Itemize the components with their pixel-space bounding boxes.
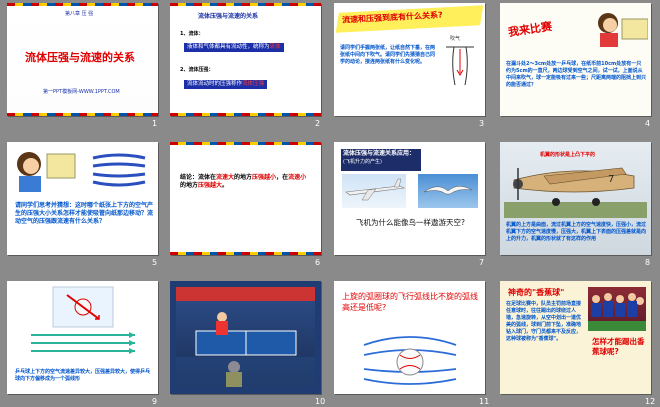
conclusion-part-e: 。 — [222, 182, 229, 189]
item2-text: 流体流动时的压强称作 — [187, 81, 243, 87]
fast-flow-highlight: 流速大 — [216, 174, 235, 181]
heading-box: 流体压强与流速关系应用： (飞机升力的产生) — [340, 148, 422, 172]
conclusion-part-b: 的地方 — [234, 174, 253, 181]
chapter-label: 第八章 压 强 — [65, 11, 94, 17]
item1-box: 液体和气体都具有流动性，统称为流体 — [184, 43, 284, 52]
wing-shape-banner: 机翼的形状是上凸下平的 — [540, 152, 596, 158]
question-text: 怎样才能踢出香蕉球呢? — [592, 337, 645, 356]
slide-thumbnail-1[interactable]: 第八章 压 强 流体压强与流速的关系 第一PPT模板网-WWW.1PPT.COM — [7, 3, 158, 116]
question-text: 上旋的弧圈球的飞行弧线比不旋的弧线高还是低呢? — [342, 292, 478, 312]
slide-title: 我来比赛 — [507, 19, 553, 39]
paper-diagram-icon — [442, 43, 478, 87]
slide-body: 在漏斗处2～3cm处放一乒乓球，在纸币前10cm处放有一只约为5cm的一直尺，两… — [506, 61, 647, 88]
soccer-team-photo — [588, 287, 646, 331]
question-text: 飞机为什么能像鸟一样遨游天空? — [356, 218, 465, 227]
low-pressure-highlight: 压强越小 — [252, 174, 277, 181]
slide-heading: 流体压强与流速关系应用： — [343, 150, 416, 157]
item1-text: 液体和气体都具有流动性，统称为 — [187, 44, 270, 50]
slide-thumbnail-6[interactable]: 结论：流体在流速大的地方压强越小，在流速小的地方压强越大。 — [170, 142, 321, 255]
high-pressure-highlight: 压强越大 — [198, 182, 223, 189]
slide-body: 机翼的上方是曲面，流过机翼上方的空气速度快，压强小，流过机翼下方的空气速度慢，压… — [506, 222, 647, 242]
conclusion-part-a: 结论：流体在 — [180, 174, 217, 181]
ball-flow-diagram — [27, 285, 139, 359]
slide-title: 神奇的"香蕉球" — [508, 288, 565, 297]
conclusion-part-c: ，在 — [276, 174, 289, 181]
footer-text: 第一PPT模板网-WWW.1PPT.COM — [43, 89, 120, 95]
slide-thumbnail-3[interactable]: 流速和压强到底有什么关系? 请同学们手握两张纸，让纸自然下垂，在两张纸中间向下吹… — [334, 3, 485, 116]
item1-label: 1、流体： — [180, 31, 204, 37]
slide-thumbnail-2[interactable]: 流体压强与流速的关系 1、流体： 液体和气体都具有流动性，统称为流体 2、流体压… — [170, 3, 321, 116]
airplane-photo — [342, 174, 406, 208]
slide-title: 流体压强与流速的关系 — [25, 51, 135, 64]
bird-photo — [418, 174, 478, 208]
airflow-lines-icon — [89, 152, 149, 188]
item2-label: 2、流体压强： — [180, 67, 214, 73]
spinning-ball-diagram — [362, 331, 458, 389]
slide-thumbnail-9[interactable]: 乒乓球上下方的空气流速差异较大，压强差异较大，使得乒乓球向下方偏移成为一个弧线形 — [7, 281, 158, 394]
slide-thumbnail-11[interactable]: 上旋的弧圈球的飞行弧线比不旋的弧线高还是低呢? — [334, 281, 485, 394]
slide-thumbnail-7[interactable]: 流体压强与流速关系应用： (飞机升力的产生) 飞机为什么能像鸟一样遨游天空? — [334, 142, 485, 255]
slide-thumbnail-8[interactable]: 7 机翼的形状是上凸下平的 机翼的上方是曲面，流过机翼上方的空气速度快，压强小，… — [500, 142, 651, 255]
conclusion-part-d: 的地方 — [180, 182, 199, 189]
item1-highlight: 流体 — [269, 44, 281, 50]
item2-box: 流体流动时的压强称作流体压强 — [184, 80, 268, 89]
slide-body: 在足球比赛中，队员主罚前场直接任意球时，往往踢出的球绕过人墙，急速旋转，从空中划… — [506, 301, 582, 342]
slide-caption: 乒乓球上下方的空气流速差异较大，压强差异较大，使得乒乓球向下方偏移成为一个弧线形 — [15, 369, 151, 382]
girl-blowing-icon — [592, 5, 649, 51]
slide-thumbnail-10[interactable] — [170, 281, 321, 394]
slide-subheading: (飞机升力的产生) — [343, 159, 382, 165]
slide-thumbnail-5[interactable]: 请同学们思考并猜想：这时哪个纸张上下方的空气产生的压强大小关系怎样才能使吸管向纸… — [7, 142, 158, 255]
item2-highlight: 流体压强 — [242, 81, 265, 87]
conclusion-text: 结论：流体在流速大的地方压强越小，在流速小的地方压强越大。 — [180, 174, 312, 190]
blow-label: 吹气 — [450, 36, 461, 42]
girl-blowing-icon — [11, 146, 77, 192]
slide-body: 请同学们手握两张纸，让纸自然下垂，在两张纸中间向下吹气。请同学们先猜猜自己同学的… — [340, 45, 436, 65]
slide-heading: 流体压强与流速的关系 — [198, 13, 259, 20]
table-tennis-photo — [176, 287, 315, 387]
svg-text:7: 7 — [608, 174, 614, 185]
slow-flow-highlight: 流速小 — [288, 174, 307, 181]
slide-thumbnail-12[interactable]: 神奇的"香蕉球" 在足球比赛中，队员主罚前场直接任意球时，往往踢出的球绕过人墙，… — [500, 281, 651, 394]
slide-thumbnail-4[interactable]: 我来比赛 在漏斗处2～3cm处放一乒乓球，在纸币前10cm处放有一只约为5cm的… — [500, 3, 651, 116]
slide-body: 请同学们思考并猜想：这时哪个纸张上下方的空气产生的压强大小关系怎样才能使吸管向纸… — [15, 202, 154, 225]
